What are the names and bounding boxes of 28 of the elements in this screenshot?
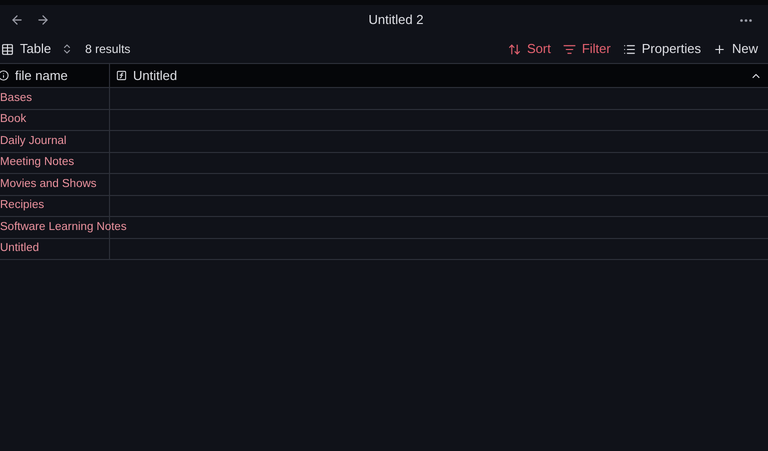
properties-button[interactable]: Properties [616,39,707,59]
filter-button[interactable]: Filter [556,39,617,59]
file-link[interactable]: Daily Journal [0,132,66,150]
info-icon [0,70,9,81]
file-link[interactable]: Book [0,111,26,128]
file-link[interactable]: Recipies [0,197,44,214]
file-link[interactable]: Software Learning Notes [0,218,127,236]
sort-icon [508,42,521,56]
file-link[interactable]: Untitled [0,240,39,258]
more-icon [740,18,752,22]
filter-icon [562,42,576,56]
new-button[interactable]: New [706,39,764,59]
window-title: Untitled 2 [368,12,424,28]
table-icon [1,42,14,56]
results-count: 8 results [85,41,130,58]
file-link[interactable]: Meeting Notes [0,154,74,172]
forward-icon [36,13,50,27]
sort-button[interactable]: Sort [502,39,557,59]
properties-icon [622,42,636,56]
view-selector[interactable]: Table [1,39,74,59]
file-link[interactable]: Movies and Shows [0,176,97,193]
formula-icon [116,70,127,81]
file-link[interactable]: Bases [0,90,32,107]
new-icon [712,42,726,56]
more-button[interactable] [740,18,752,22]
column-header[interactable]: file name [0,64,110,87]
back-icon [10,13,24,27]
column-header[interactable]: Untitled [110,64,768,87]
